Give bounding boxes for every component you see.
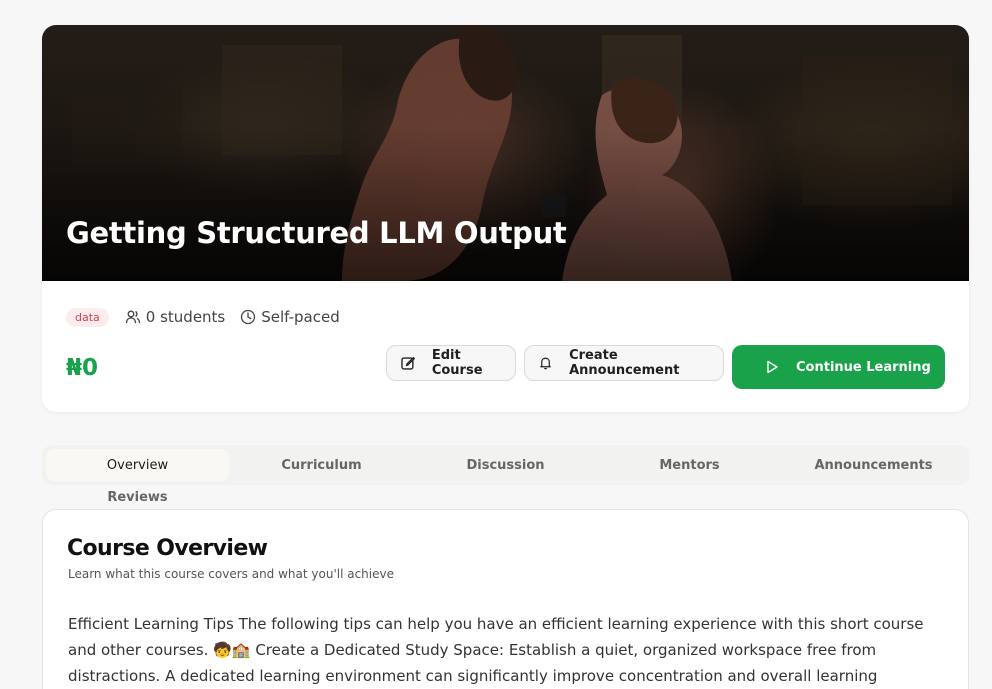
hero-image: Getting Structured LLM Output: [42, 25, 969, 281]
tab-announcements[interactable]: Announcements: [782, 449, 965, 481]
tab-overview[interactable]: Overview: [46, 449, 229, 481]
continue-learning-button[interactable]: Continue Learning: [732, 345, 945, 389]
tab-curriculum[interactable]: Curriculum: [230, 449, 413, 481]
course-meta: data 0 students Self-paced: [66, 306, 355, 328]
category-tag: data: [66, 307, 109, 327]
edit-course-button[interactable]: Edit Course: [386, 345, 516, 381]
users-icon: [125, 310, 140, 324]
play-icon: [767, 360, 778, 374]
edit-icon: [401, 356, 415, 370]
tab-mentors[interactable]: Mentors: [598, 449, 781, 481]
edit-course-label: Edit Course: [431, 348, 483, 378]
tab-discussion[interactable]: Discussion: [414, 449, 597, 481]
students-label: 0 students: [145, 308, 226, 326]
continue-learning-label: Continue Learning: [796, 359, 931, 375]
create-announcement-button[interactable]: Create Announcement: [524, 345, 724, 381]
create-announcement-label: Create Announcement: [569, 348, 680, 378]
overview-title: Course Overview: [67, 536, 268, 561]
tab-reviews[interactable]: Reviews: [46, 484, 229, 510]
pace-label: Self-paced: [261, 308, 340, 326]
students-count: 0 students: [125, 308, 225, 326]
course-title: Getting Structured LLM Output: [66, 216, 567, 250]
overview-subtitle: Learn what this course covers and what y…: [68, 567, 394, 581]
course-header-card: Getting Structured LLM Output data 0 stu…: [42, 25, 969, 412]
overview-body: Efficient Learning Tips The following ti…: [68, 615, 924, 685]
course-overview-card: Course Overview Learn what this course c…: [42, 509, 969, 689]
clock-icon: [241, 309, 256, 325]
course-tabs: Overview Curriculum Discussion Mentors A…: [42, 445, 969, 485]
course-price: ₦0: [66, 355, 99, 381]
pace-info: Self-paced: [240, 308, 340, 326]
bell-icon: [540, 357, 551, 370]
